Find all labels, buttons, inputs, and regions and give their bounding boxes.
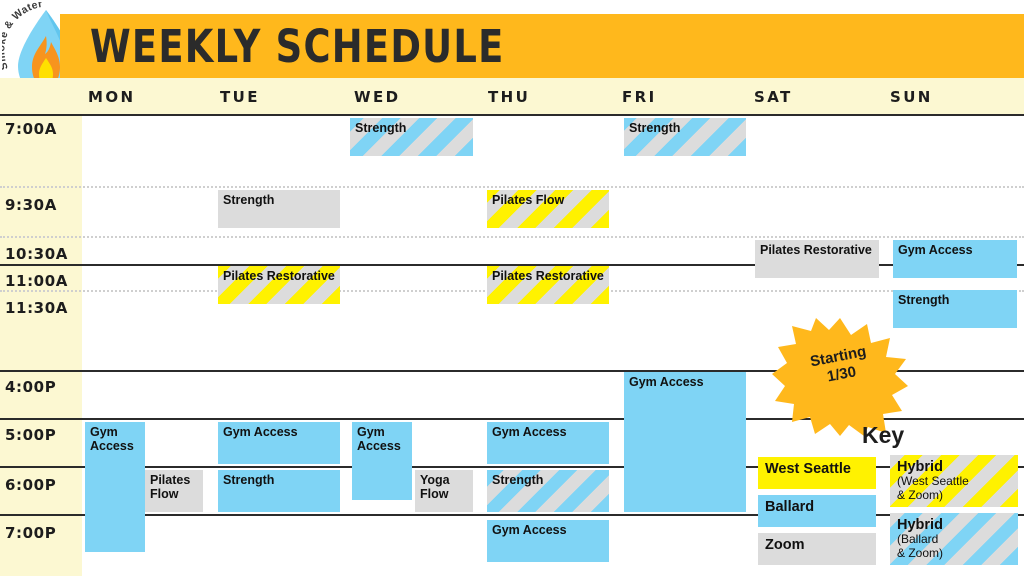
event-block[interactable]: Pilates Restorative <box>487 266 609 304</box>
time-label-1130a: 11:30A <box>5 299 68 317</box>
event-title: Pilates Flow <box>150 473 191 501</box>
event-block[interactable]: Gym Access <box>352 422 412 500</box>
event-block[interactable]: Gym Access <box>893 240 1017 278</box>
grid-rule <box>0 236 1024 238</box>
key-title: Key <box>862 422 905 448</box>
event-title: Strength <box>223 473 275 487</box>
event-title: Pilates Restorative <box>492 269 604 283</box>
key-item-sublabel-line: & Zoom) <box>897 487 944 502</box>
schedule-page: Smoke & Water WEEKLY SCHEDULE MONTUEWEDT… <box>0 0 1024 576</box>
event-title: Gym Access <box>898 243 973 257</box>
event-title: Gym Access <box>357 425 401 453</box>
key-item: Zoom <box>758 533 876 565</box>
event-block[interactable]: Pilates Flow <box>145 470 203 512</box>
starting-badge <box>772 318 908 436</box>
key-item: West Seattle <box>758 457 876 489</box>
key-item: Ballard <box>758 495 876 527</box>
key-item-label: West Seattle <box>765 461 851 477</box>
time-label-930a: 9:30A <box>5 196 57 214</box>
day-header-sun: SUN <box>890 88 933 106</box>
key-item-sublabel-line: & Zoom) <box>897 545 944 560</box>
time-label-1030a: 10:30A <box>5 245 68 263</box>
event-block[interactable]: Pilates Restorative <box>218 266 340 304</box>
event-title: Pilates Restorative <box>760 243 872 257</box>
day-header-thu: THU <box>488 88 531 106</box>
event-title: Gym Access <box>492 425 567 439</box>
time-label-400p: 4:00P <box>5 378 57 396</box>
event-block[interactable]: Strength <box>218 190 340 228</box>
key-item-sublabel: (Ballard & Zoom) <box>897 532 1012 560</box>
day-header-tue: TUE <box>220 88 260 106</box>
event-block[interactable]: Gym Access <box>487 520 609 562</box>
event-block[interactable]: Gym Access <box>85 422 145 552</box>
event-title: Gym Access <box>492 523 567 537</box>
event-title: Gym Access <box>223 425 298 439</box>
key-item: Hybrid (Ballard & Zoom) <box>890 513 1018 565</box>
key-item-label: Zoom <box>765 537 805 553</box>
key-item: Hybrid (West Seattle & Zoom) <box>890 455 1018 507</box>
key-item-label: Ballard <box>765 499 815 515</box>
page-title: WEEKLY SCHEDULE <box>90 20 505 73</box>
key-item-label: Hybrid <box>897 517 943 533</box>
day-header-fri: FRI <box>622 88 657 106</box>
starburst-shape <box>772 318 908 436</box>
time-column <box>0 114 82 576</box>
time-label-700a: 7:00A <box>5 120 57 138</box>
time-label-500p: 5:00P <box>5 426 57 444</box>
event-title: Strength <box>355 121 407 135</box>
event-title: Gym Access <box>90 425 134 453</box>
event-block[interactable]: Strength <box>487 470 609 512</box>
key-item-sublabel-line: (West Seattle <box>897 474 969 488</box>
day-header-mon: MON <box>88 88 136 106</box>
key-item-label: Hybrid <box>897 459 943 475</box>
event-block[interactable]: Strength <box>350 118 473 156</box>
event-block[interactable]: Gym Access <box>624 372 746 512</box>
event-title: Strength <box>629 121 681 135</box>
grid-rule <box>0 114 1024 116</box>
event-title: Strength <box>492 473 544 487</box>
event-title: Pilates Restorative <box>223 269 335 283</box>
time-label-700p: 7:00P <box>5 524 57 542</box>
time-label-1100a: 11:00A <box>5 272 68 290</box>
key-item-sublabel-line: (Ballard <box>897 532 939 546</box>
time-label-600p: 6:00P <box>5 476 57 494</box>
event-title: Strength <box>898 293 950 307</box>
day-header-sat: SAT <box>754 88 793 106</box>
event-block[interactable]: Gym Access <box>218 422 340 464</box>
event-block[interactable]: Strength <box>624 118 746 156</box>
event-title: Pilates Flow <box>492 193 565 207</box>
event-title: Yoga Flow <box>420 473 450 501</box>
event-title: Gym Access <box>629 375 704 389</box>
event-block[interactable]: Pilates Restorative <box>755 240 879 278</box>
event-block[interactable]: Yoga Flow <box>415 470 473 512</box>
event-block[interactable]: Strength <box>218 470 340 512</box>
event-block[interactable]: Gym Access <box>487 422 609 464</box>
event-block[interactable]: Pilates Flow <box>487 190 609 228</box>
grid-rule <box>0 186 1024 188</box>
event-title: Strength <box>223 193 275 207</box>
event-block[interactable]: Strength <box>893 290 1017 328</box>
key-item-sublabel: (West Seattle & Zoom) <box>897 474 1012 502</box>
day-header-wed: WED <box>354 88 401 106</box>
